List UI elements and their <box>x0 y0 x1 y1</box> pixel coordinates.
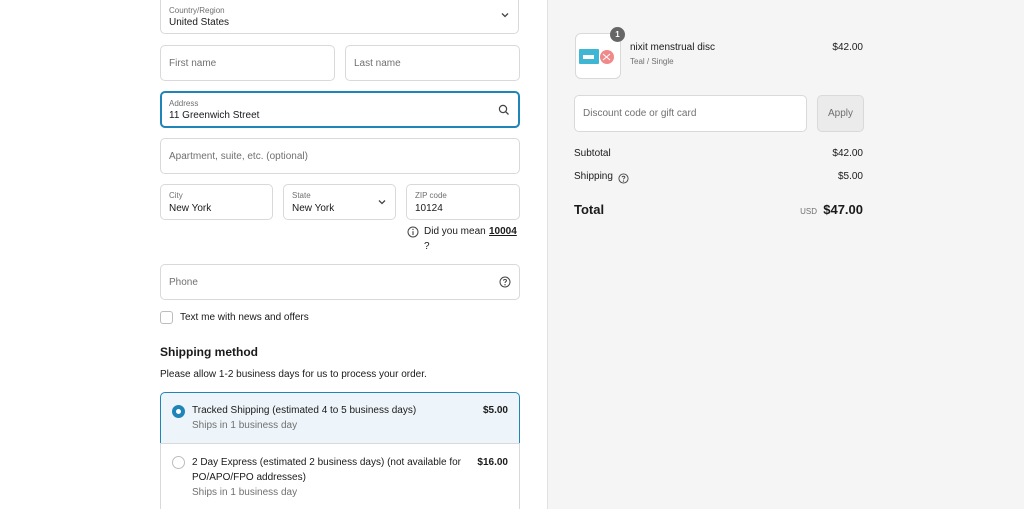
info-icon <box>407 225 419 243</box>
product-price: $42.00 <box>832 42 863 53</box>
text-me-checkbox[interactable] <box>160 311 173 324</box>
zip-value: 10124 <box>415 203 443 214</box>
shipping-option-price: $16.00 <box>477 457 508 468</box>
shipping-radio-tracked[interactable] <box>172 405 185 418</box>
total-currency: USD <box>800 207 817 216</box>
state-value: New York <box>292 203 335 214</box>
apply-button[interactable]: Apply <box>817 95 864 132</box>
total-value: $47.00 <box>823 202 863 217</box>
apartment-field[interactable]: Apartment, suite, etc. (optional) <box>160 138 520 174</box>
shipping-option-sub: Ships in 1 business day <box>192 487 298 498</box>
search-icon[interactable] <box>498 104 510 116</box>
discount-code-field[interactable]: Discount code or gift card <box>574 95 807 132</box>
shipping-method-heading: Shipping method <box>160 345 258 359</box>
shipping-option-name: Tracked Shipping (estimated 4 to 5 busin… <box>192 405 417 416</box>
product-image-icon <box>579 48 617 73</box>
first-name-placeholder: First name <box>169 57 217 69</box>
product-name: nixit menstrual disc <box>630 42 716 53</box>
chevron-down-icon <box>377 197 387 207</box>
shipping-option-name-line2: PO/APO/FPO addresses) <box>192 472 306 483</box>
product-variant: Teal / Single <box>630 57 674 66</box>
address-value: 11 Greenwich Street <box>169 110 260 121</box>
last-name-field[interactable]: Last name <box>345 45 520 81</box>
shipping-option-express[interactable]: 2 Day Express (estimated 2 business days… <box>160 443 520 509</box>
apply-button-label: Apply <box>827 108 853 119</box>
quantity-badge: 1 <box>610 27 625 42</box>
shipping-option-name-line1: 2 Day Express (estimated 2 business days… <box>192 457 462 468</box>
state-select[interactable]: State New York <box>283 184 396 220</box>
help-icon[interactable] <box>499 276 511 288</box>
shipping-radio-express[interactable] <box>172 456 185 469</box>
state-label: State <box>292 191 311 200</box>
shipping-label: Shipping <box>574 171 613 182</box>
shipping-option-tracked[interactable]: Tracked Shipping (estimated 4 to 5 busin… <box>160 392 520 444</box>
country-value: United States <box>169 17 230 28</box>
country-select[interactable]: Country/Region United States <box>160 0 519 34</box>
last-name-placeholder: Last name <box>354 57 401 69</box>
city-label: City <box>169 191 183 200</box>
text-me-label: Text me with news and offers <box>180 312 309 323</box>
zip-suggestion-link[interactable]: 10004 <box>489 226 517 237</box>
product-thumbnail: 1 <box>575 27 625 79</box>
city-value: New York <box>169 203 212 214</box>
zip-suggestion-text: Did you mean <box>424 226 486 237</box>
address-field[interactable]: Address 11 Greenwich Street <box>160 91 520 128</box>
chevron-down-icon <box>500 10 510 20</box>
shipping-note: Please allow 1-2 business days for us to… <box>160 369 427 380</box>
discount-code-placeholder: Discount code or gift card <box>583 108 697 119</box>
phone-placeholder: Phone <box>169 276 198 288</box>
shipping-option-price: $5.00 <box>482 405 508 416</box>
city-field[interactable]: City New York <box>160 184 273 220</box>
subtotal-label: Subtotal <box>574 148 611 159</box>
zip-label: ZIP code <box>415 191 447 200</box>
zip-field[interactable]: ZIP code 10124 <box>406 184 520 220</box>
shipping-value: $5.00 <box>837 171 863 182</box>
address-label: Address <box>169 99 199 108</box>
shipping-help-icon[interactable] <box>618 171 629 189</box>
country-label: Country/Region <box>169 6 225 15</box>
phone-field[interactable]: Phone <box>160 264 520 300</box>
apartment-placeholder: Apartment, suite, etc. (optional) <box>169 150 308 162</box>
zip-suggestion-suffix: ? <box>424 241 430 252</box>
first-name-field[interactable]: First name <box>160 45 335 81</box>
subtotal-value: $42.00 <box>832 148 863 159</box>
shipping-option-sub: Ships in 1 business day <box>192 420 298 431</box>
total-label: Total <box>574 202 605 217</box>
